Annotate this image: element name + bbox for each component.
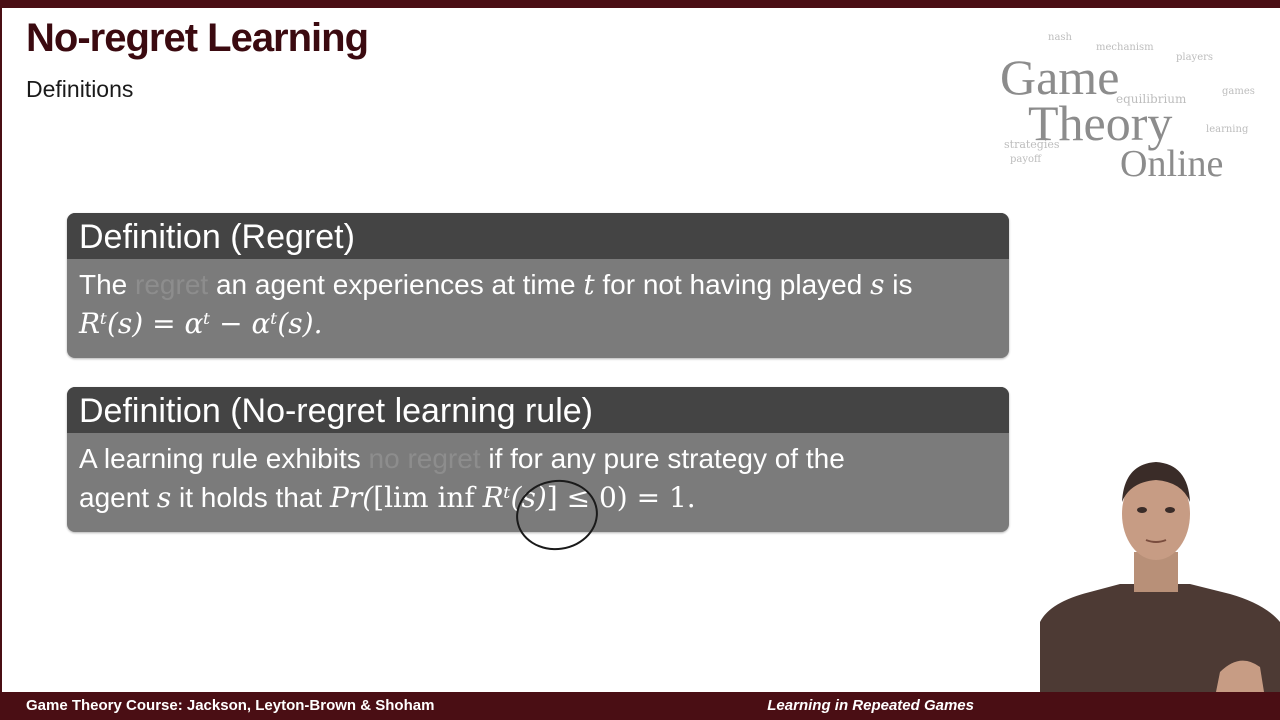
logo-cloud-word: nash — [1048, 32, 1072, 43]
definition-regret-title: Definition (Regret) — [67, 213, 1009, 259]
norule-formula-pr: Pr( — [330, 481, 374, 514]
logo-online: Online — [1120, 143, 1224, 185]
logo-cloud-word: learning — [1206, 124, 1249, 135]
norule-text-3: agent — [79, 482, 150, 513]
game-theory-online-logo: nash mechanism players equilibrium games… — [996, 30, 1266, 190]
regret-var-t: t — [583, 268, 595, 301]
slide-title: No-regret Learning — [26, 16, 369, 60]
left-rule — [0, 8, 2, 692]
regret-text-3: for not having played — [602, 269, 863, 300]
norule-formula-lim: [lim inf — [373, 481, 475, 514]
footer-course-credit: Game Theory Course: Jackson, Leyton-Brow… — [26, 697, 435, 714]
footer-bar: Game Theory Course: Jackson, Leyton-Brow… — [0, 692, 1280, 720]
regret-text-4: is — [892, 269, 913, 300]
slide-subtitle: Definitions — [26, 76, 134, 102]
regret-var-s: s — [870, 268, 885, 301]
definition-regret-box: Definition (Regret) The regret an agent … — [67, 213, 1009, 358]
regret-text-2: an agent experiences at time — [215, 269, 576, 300]
logo-cloud-word: payoff — [1010, 154, 1042, 165]
regret-highlight: regret — [135, 269, 209, 300]
norule-text-1: A learning rule exhibits — [79, 443, 361, 474]
definition-regret-body: The regret an agent experiences at time … — [67, 259, 1009, 351]
presenter-video — [1040, 462, 1280, 692]
top-bar — [0, 0, 1280, 8]
regret-formula: Rᵗ(s) = αᵗ − αᵗ(s). — [79, 307, 323, 340]
norule-text-2: if for any pure strategy of the — [488, 443, 845, 474]
logo-cloud-word: players — [1176, 52, 1214, 63]
norule-text-4: it holds that — [179, 482, 323, 513]
norule-var-s: s — [156, 481, 172, 514]
logo-cloud-word: games — [1222, 86, 1255, 97]
footer-section-title: Learning in Repeated Games — [767, 697, 974, 714]
norule-highlight: no regret — [368, 443, 481, 474]
regret-text-1: The — [79, 269, 128, 300]
definition-no-regret-rule-title: Definition (No-regret learning rule) — [67, 387, 1009, 433]
